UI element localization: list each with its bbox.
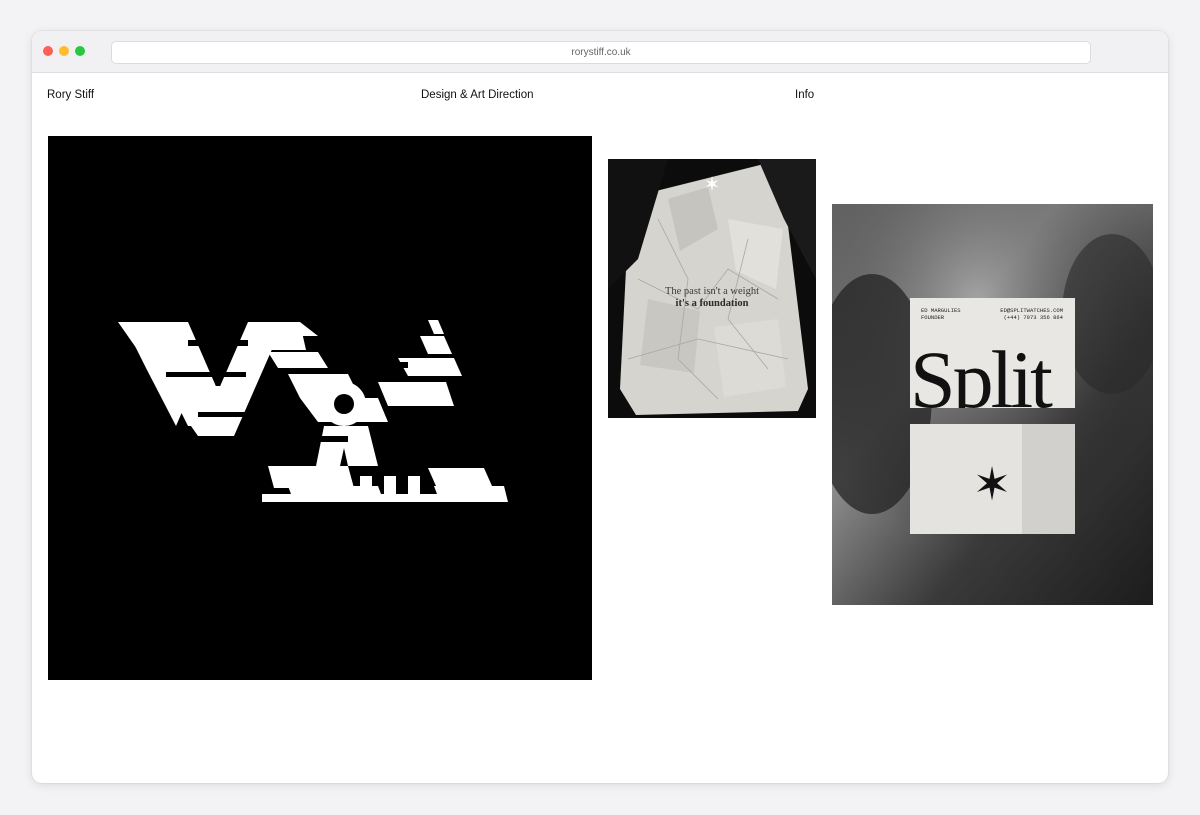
close-window-button[interactable] bbox=[43, 46, 53, 56]
card-phone: (+44) 7973 356 864 bbox=[1003, 314, 1063, 321]
glitch-wordmark-artwork bbox=[118, 320, 508, 502]
svg-text:✶: ✶ bbox=[704, 172, 721, 196]
svg-text:✶: ✶ bbox=[973, 457, 1012, 511]
browser-window: rorystiff.co.uk Rory Stiff Design & Art … bbox=[32, 31, 1168, 783]
browser-titlebar: rorystiff.co.uk bbox=[32, 31, 1168, 73]
card-role: FOUNDER bbox=[921, 314, 945, 321]
site-tagline: Design & Art Direction bbox=[421, 89, 534, 101]
maximize-window-button[interactable] bbox=[75, 46, 85, 56]
project-tile-split-card[interactable]: ✶ ED MARGULIES FOUNDER ED@SPLITWATCHES.C… bbox=[832, 204, 1153, 605]
card-name: ED MARGULIES bbox=[921, 307, 961, 314]
card-email: ED@SPLITWATCHES.COM bbox=[1000, 307, 1063, 314]
poster-line-1: The past isn't a weight bbox=[664, 286, 760, 297]
info-link[interactable]: Info bbox=[795, 89, 814, 101]
project-tile-glitch-wordmark[interactable] bbox=[48, 136, 592, 680]
project-tile-poster[interactable]: ✶ The past isn't a weight it's a foundat… bbox=[608, 159, 816, 418]
address-bar[interactable]: rorystiff.co.uk bbox=[111, 41, 1091, 64]
site-name-link[interactable]: Rory Stiff bbox=[47, 89, 94, 101]
card-wordmark: Split bbox=[910, 334, 1053, 408]
minimize-window-button[interactable] bbox=[59, 46, 69, 56]
poster-line-2: it's a foundation bbox=[675, 298, 749, 309]
